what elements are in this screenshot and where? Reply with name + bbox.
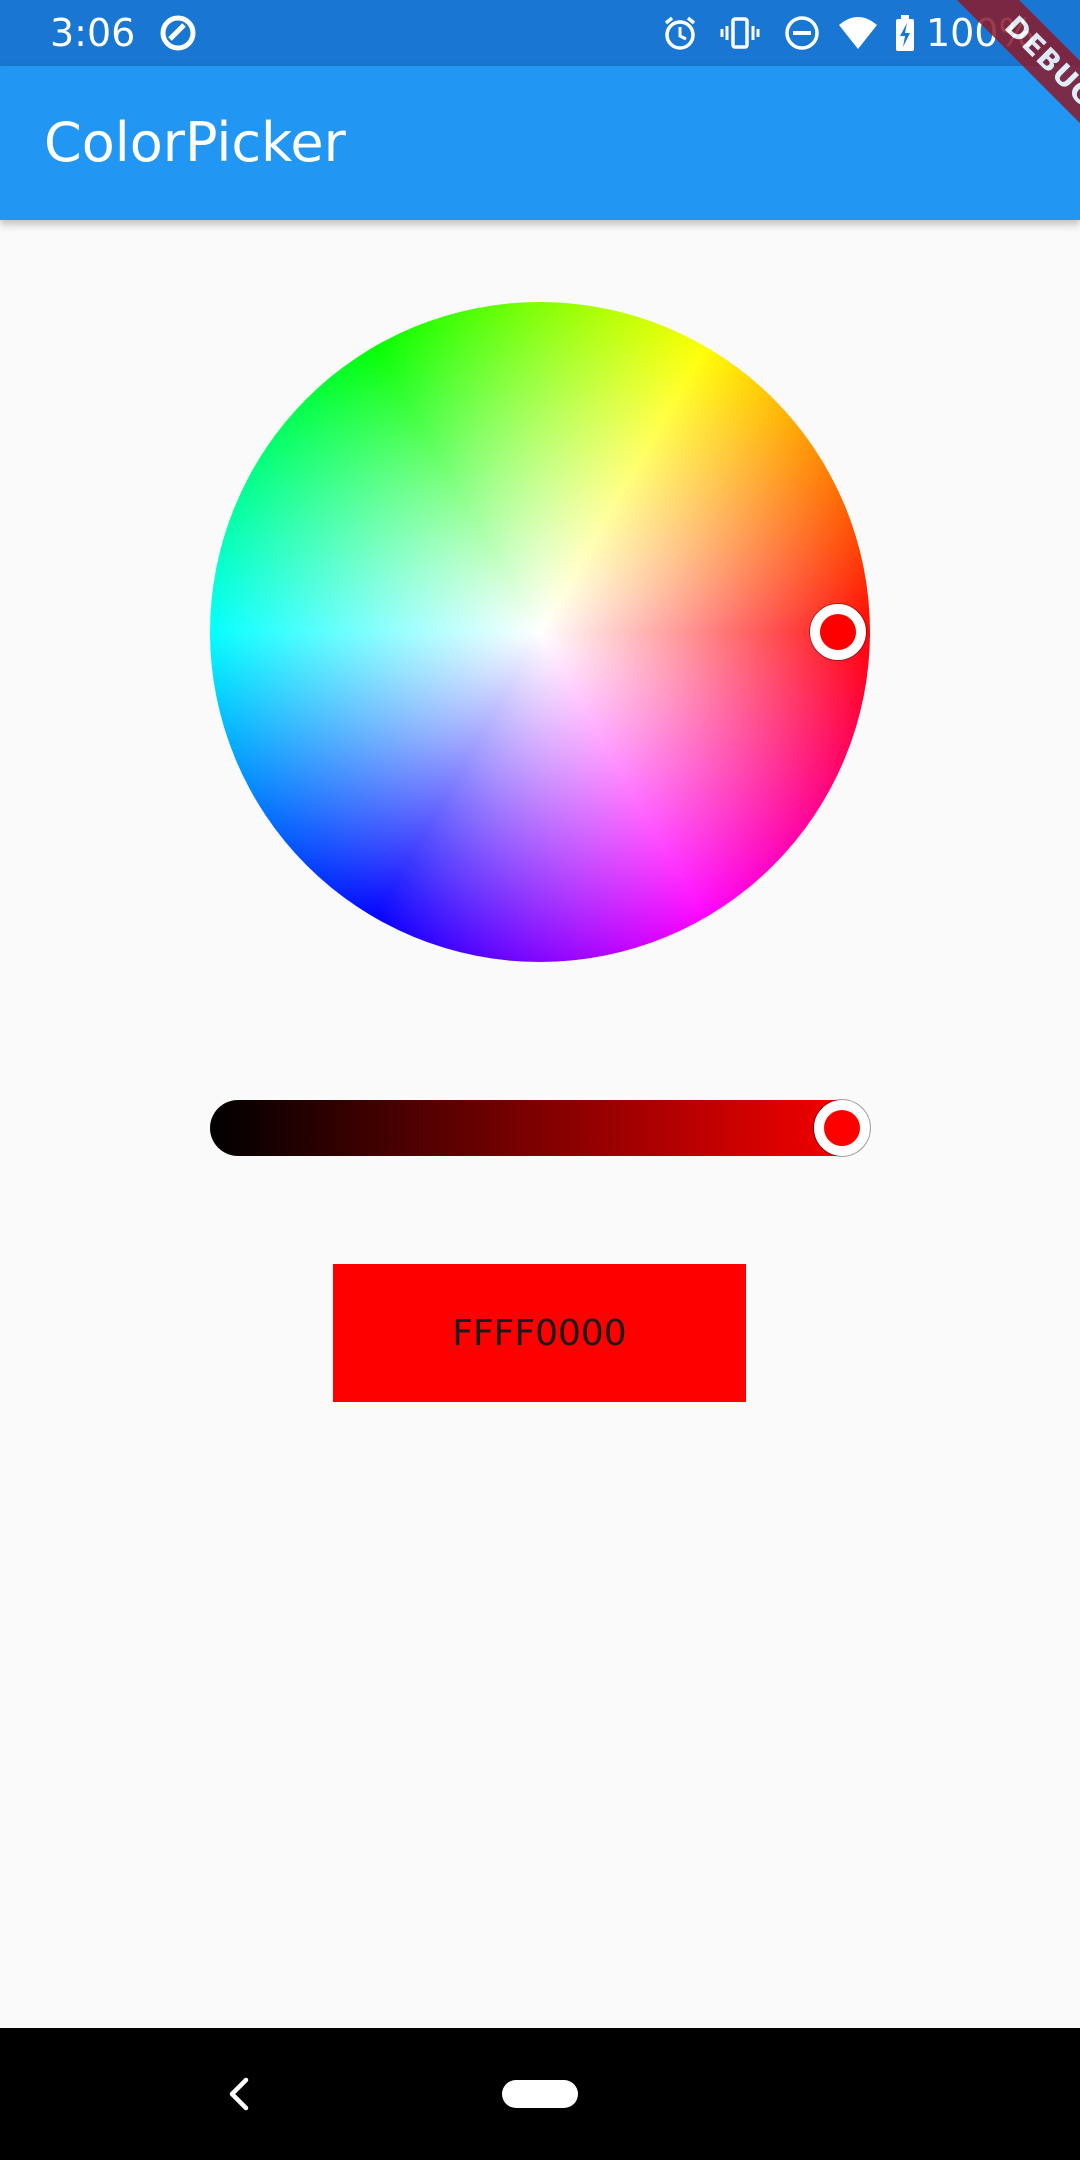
color-wheel-saturation-overlay: [210, 302, 870, 962]
do-not-disturb-icon: [785, 16, 819, 50]
navigation-bar: [0, 2028, 1080, 2160]
status-time: 3:06: [50, 11, 136, 55]
data-saver-icon: [160, 15, 196, 51]
brightness-slider[interactable]: [210, 1100, 870, 1156]
wifi-icon: [839, 17, 877, 49]
alarm-icon: [664, 16, 696, 50]
brightness-slider-thumb[interactable]: [814, 1100, 870, 1156]
color-preview-swatch: FFFF0000: [333, 1264, 746, 1402]
color-hex-label: FFFF0000: [452, 1312, 627, 1354]
app-bar: ColorPicker: [0, 66, 1080, 220]
vibrate-icon: [720, 17, 760, 49]
color-wheel[interactable]: [210, 302, 870, 962]
status-bar: 3:06 100%: [0, 0, 1080, 66]
page-title: ColorPicker: [44, 111, 346, 174]
back-icon[interactable]: [224, 2074, 254, 2114]
home-pill-icon[interactable]: [502, 2080, 578, 2108]
battery-percentage: 100%: [926, 11, 1035, 55]
color-wheel-thumb[interactable]: [810, 604, 866, 660]
battery-charging-icon: [896, 15, 914, 51]
